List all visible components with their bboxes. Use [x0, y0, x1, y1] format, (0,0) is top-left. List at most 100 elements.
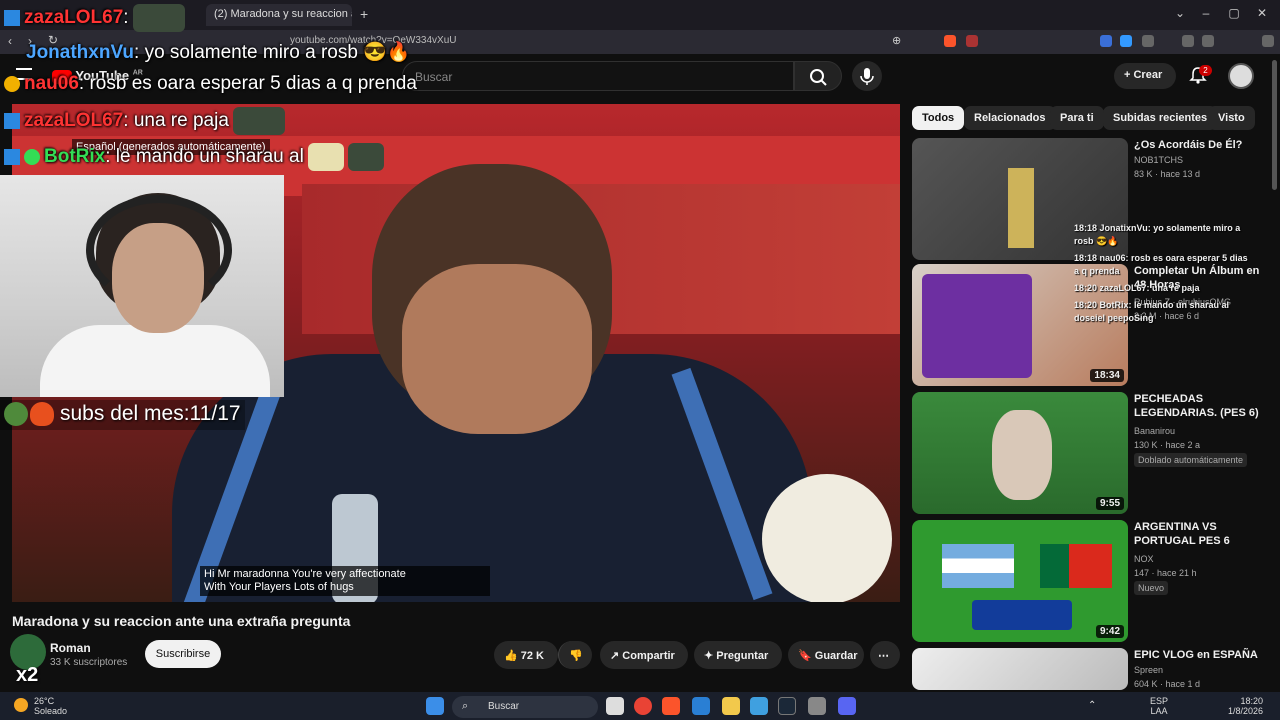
recommendation-channel: NOB1TCHS: [1134, 155, 1184, 165]
search-input[interactable]: Buscar: [402, 61, 794, 91]
video-thumbnail[interactable]: [912, 648, 1128, 690]
extension-icon[interactable]: [1100, 35, 1112, 47]
sub-badge-icon: [4, 75, 20, 92]
tab-list-icon[interactable]: ⌄: [1170, 6, 1190, 24]
steam-icon[interactable]: [778, 697, 796, 715]
store-icon[interactable]: [692, 697, 710, 715]
share-icon: ↗: [610, 650, 623, 662]
menu-icon[interactable]: [1262, 35, 1274, 47]
recommendation-item[interactable]: 9:55 PECHEADAS LEGENDARIAS. (PES 6) Bana…: [912, 392, 1272, 514]
chat-username: zazaLOL67: [24, 7, 124, 29]
page-scrollbar[interactable]: [1272, 60, 1277, 190]
chrome-icon[interactable]: [634, 697, 652, 715]
share-button[interactable]: ↗ Compartir: [600, 641, 688, 669]
chip-relacionados[interactable]: Relacionados: [964, 106, 1056, 130]
dancing-emote-icon: [307, 143, 344, 171]
like-button[interactable]: 👍 72 K: [494, 641, 558, 669]
album-graphic: [922, 274, 1032, 378]
recommendation-meta: 147 · hace 21 h: [1134, 568, 1197, 578]
mini-chat-line: 18:20 zazaLOL67: una re paja: [1074, 283, 1200, 293]
puzzle-icon[interactable]: [1142, 35, 1154, 47]
mini-chat-line: 18:18 nau06: rosb es oara esperar 5 dias…: [1074, 253, 1248, 276]
video-thumbnail[interactable]: 9:55: [912, 392, 1128, 514]
tab-title: (2) Maradona y su reaccion ante una extr…: [214, 8, 352, 20]
mini-chat-line: 18:20 BotRix: le mando un sharau al dose…: [1074, 300, 1230, 323]
brave-icon[interactable]: [662, 697, 680, 715]
recommendation-channel: Spreen: [1134, 665, 1164, 675]
recommendation-item[interactable]: 9:42 ARGENTINA VS PORTUGAL PES 6 NOX 147…: [912, 520, 1272, 642]
sun-icon: [14, 698, 28, 712]
subscribe-button[interactable]: Suscribirse: [145, 640, 221, 668]
app-icon[interactable]: [750, 697, 768, 715]
video-subject-face: [402, 264, 592, 434]
search-icon: [810, 69, 827, 86]
lang-bottom: LAA: [1150, 706, 1168, 716]
x2-overlay: x2: [16, 664, 39, 686]
create-button[interactable]: + Crear: [1114, 63, 1176, 89]
wallet-icon[interactable]: [1202, 35, 1214, 47]
system-clock[interactable]: 18:20 1/8/2026: [1228, 696, 1263, 716]
save-label: Guardar: [814, 650, 858, 662]
weather-widget[interactable]: 26°C Soleado: [14, 696, 67, 716]
sidebar-icon[interactable]: [1182, 35, 1194, 47]
browser-tab-bar: (2) Maradona y su reaccion ante una extr…: [0, 0, 1280, 30]
stream-chat-line: JonathxnVu: yo solamente miro a rosb 😎🔥: [26, 40, 411, 64]
maximize-icon[interactable]: ▢: [1224, 6, 1244, 24]
bookmark-icon: 🔖: [798, 650, 815, 662]
notification-count-badge: 2: [1199, 65, 1212, 76]
chat-message: :: [123, 7, 129, 29]
back-icon[interactable]: ‹: [8, 34, 12, 48]
minimize-icon[interactable]: –: [1196, 6, 1216, 24]
input-language[interactable]: ESP LAA: [1150, 696, 1168, 716]
brave-shield-icon[interactable]: [944, 35, 956, 47]
video-thumbnail[interactable]: 9:42: [912, 520, 1128, 642]
channel-subscribers: 33 K suscriptores: [50, 657, 128, 668]
zoom-icon[interactable]: ⊕: [892, 34, 901, 47]
cursor-app-icon[interactable]: [808, 697, 826, 715]
chat-message: : una re paja: [123, 110, 229, 132]
recommendation-meta: 130 K · hace 2 a: [1134, 440, 1201, 450]
taskbar-search-icon: ⌕: [462, 700, 469, 712]
recommendation-title: ¿Os Acordáis De Él?: [1134, 139, 1243, 151]
thumbs-down-icon: 👎: [569, 650, 583, 662]
discord-icon[interactable]: [838, 697, 856, 715]
task-view-icon[interactable]: [606, 697, 624, 715]
browser-tab[interactable]: (2) Maradona y su reaccion ante una extr…: [206, 4, 352, 26]
verified-badge-icon: [4, 149, 20, 165]
lang-top: ESP: [1150, 696, 1169, 706]
extension-icon[interactable]: [1120, 35, 1132, 47]
webcam-shirt: [40, 325, 270, 397]
recommendation-channel: Bananirou: [1134, 426, 1176, 436]
recommendation-channel: NOX: [1134, 554, 1154, 564]
tray-up-arrow-icon[interactable]: ⌃: [1088, 700, 1096, 711]
chip-subidas-recientes[interactable]: Subidas recientes: [1103, 106, 1218, 130]
windows-start-icon[interactable]: [426, 697, 444, 715]
weather-temp: 26°C: [34, 696, 55, 706]
ask-button[interactable]: ✦ Preguntar: [694, 641, 782, 669]
recommendation-item[interactable]: EPIC VLOG en ESPAÑA Spreen 604 K · hace …: [912, 648, 1272, 690]
save-button[interactable]: 🔖 Guardar: [788, 641, 864, 669]
file-explorer-icon[interactable]: [722, 697, 740, 715]
channel-name[interactable]: Roman: [50, 641, 91, 655]
chip-todos[interactable]: Todos: [912, 106, 965, 130]
more-actions-button[interactable]: ⋯: [870, 641, 900, 669]
frog-emote-icon: [347, 143, 384, 171]
close-window-icon[interactable]: ✕: [1252, 6, 1272, 24]
verified-badge-icon: [4, 113, 20, 129]
voice-search-button[interactable]: [852, 61, 882, 91]
account-avatar[interactable]: [1228, 63, 1254, 89]
dislike-button[interactable]: 👎: [558, 641, 592, 669]
soccer-ball: [762, 474, 892, 602]
chip-para-ti[interactable]: Para ti: [1050, 106, 1104, 130]
chat-message: : le mando un sharau al: [105, 146, 304, 168]
search-button[interactable]: [794, 61, 842, 91]
new-tab-button[interactable]: +: [360, 6, 368, 22]
sparkle-icon: ✦: [704, 650, 717, 662]
taskbar-search[interactable]: ⌕ Buscar: [452, 696, 598, 718]
chip-visto[interactable]: Visto: [1208, 106, 1255, 130]
stream-chat-line: zazaLOL67: una re paja: [4, 107, 285, 135]
brave-rewards-icon[interactable]: [966, 35, 978, 47]
video-caption: Hi Mr maradonna You're very affectionate…: [200, 566, 490, 596]
pes6-logo: [972, 600, 1072, 630]
recommendation-title: PECHEADAS LEGENDARIAS. (PES 6): [1134, 393, 1259, 419]
